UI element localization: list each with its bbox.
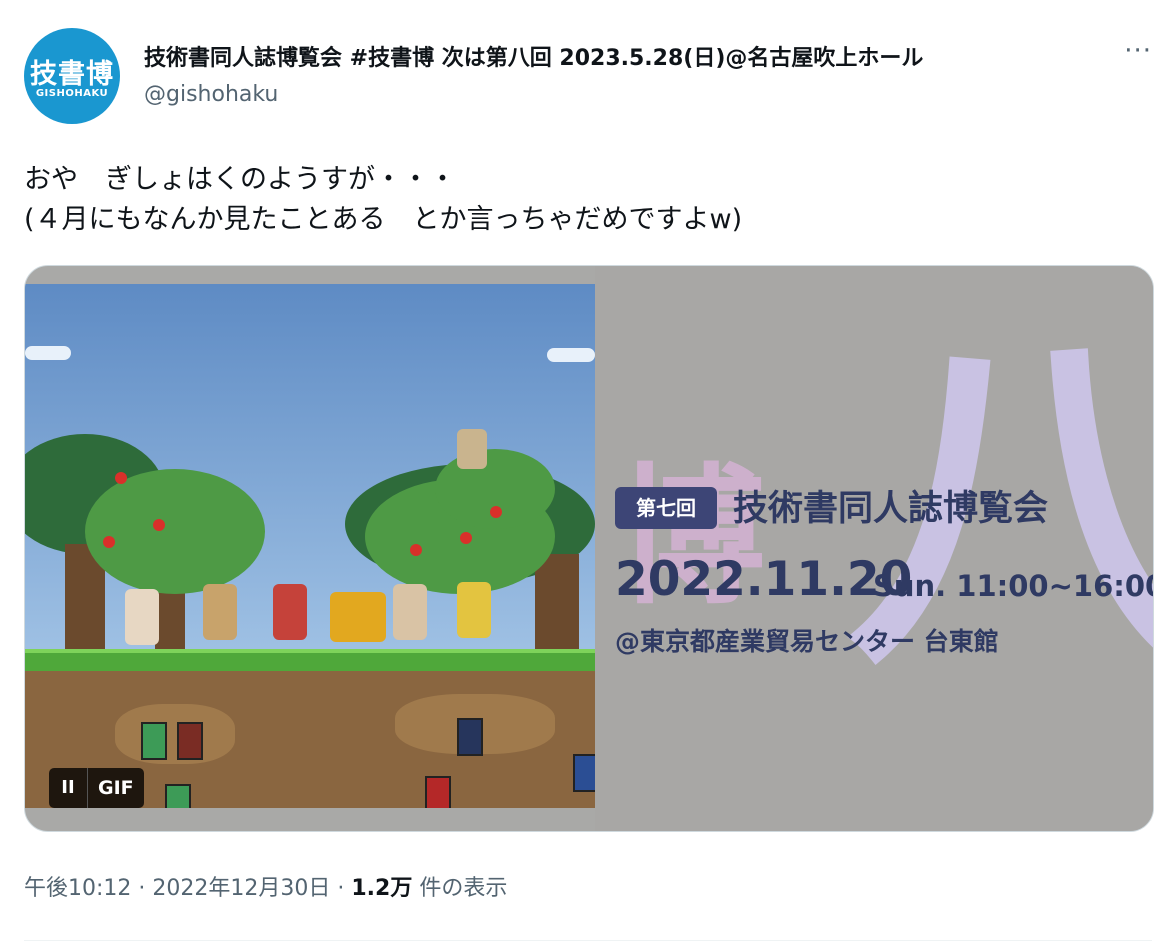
book	[573, 754, 595, 792]
account-handle[interactable]: @gishohaku	[144, 82, 278, 107]
event-title: 技術書同人誌博覧会	[733, 489, 1049, 529]
pixel-character	[457, 582, 491, 638]
pixel-character	[393, 584, 427, 640]
more-icon[interactable]: ···	[1124, 36, 1152, 66]
pixel-character	[125, 589, 159, 645]
gif-badge[interactable]: II GIF	[49, 768, 144, 808]
event-venue: @東京都産業貿易センター 台東館	[615, 627, 999, 656]
tweet-meta: 午後10:12 · 2022年12月30日 · 1.2万 件の表示	[24, 870, 507, 902]
display-name[interactable]: 技術書同人誌博覧会 #技書博 次は第八回 2023.5.28(日)@名古屋吹上ホ…	[144, 40, 1074, 72]
avatar-romaji: GISHOHAKU	[35, 88, 109, 99]
pixel-character	[203, 584, 237, 640]
tweet-header: 技書博 GISHOHAKU 技術書同人誌博覧会 #技書博 次は第八回 2023.…	[24, 28, 1152, 124]
event-date: 2022.11.20	[615, 552, 913, 607]
book	[425, 776, 451, 808]
book	[165, 784, 191, 808]
apple	[490, 506, 502, 518]
tweet-line-2: (４月にもなんか見たことある とか言っちゃだめですよw)	[24, 204, 743, 235]
views-count: 1.2万	[351, 876, 413, 901]
divider	[24, 940, 1152, 941]
book	[141, 722, 167, 760]
book	[177, 722, 203, 760]
media-card[interactable]: II GIF 博 八 第七回 技術書同人誌博覧会 2022.11.20 Sun.…	[24, 265, 1154, 832]
avatar-text: 技書博	[30, 59, 114, 90]
cloud	[25, 346, 71, 360]
avatar[interactable]: 技書博 GISHOHAKU	[24, 28, 120, 124]
apple	[460, 532, 472, 544]
meta-separator: ·	[131, 876, 153, 901]
apple	[153, 519, 165, 531]
meta-separator: ·	[330, 876, 352, 901]
pixel-character	[273, 584, 307, 640]
apple	[103, 536, 115, 548]
tree	[85, 469, 265, 594]
views-label: 件の表示	[412, 876, 508, 901]
tunnel	[115, 704, 235, 764]
gif-animation[interactable]	[25, 284, 595, 808]
gif-label: GIF	[98, 777, 134, 799]
post-time[interactable]: 午後10:12	[24, 876, 131, 901]
tweet-text: おや ぎしょはくのようすが・・・ (４月にもなんか見たことある とか言っちゃだめ…	[24, 160, 742, 240]
apple	[410, 544, 422, 556]
pixel-character	[457, 429, 487, 469]
tweet-line-1: おや ぎしょはくのようすが・・・	[24, 164, 456, 195]
book	[457, 718, 483, 756]
event-poster: 博 八 第七回 技術書同人誌博覧会 2022.11.20 Sun. 11:00~…	[595, 266, 1153, 831]
cloud	[547, 348, 595, 362]
apple	[115, 472, 127, 484]
pause-icon[interactable]: II	[49, 768, 88, 808]
edition-badge: 第七回	[615, 487, 717, 529]
post-date[interactable]: 2022年12月30日	[152, 876, 330, 901]
treasure-chest	[330, 592, 386, 642]
event-time: Sun. 11:00~16:00	[873, 569, 1153, 603]
tree-trunk	[535, 554, 579, 654]
